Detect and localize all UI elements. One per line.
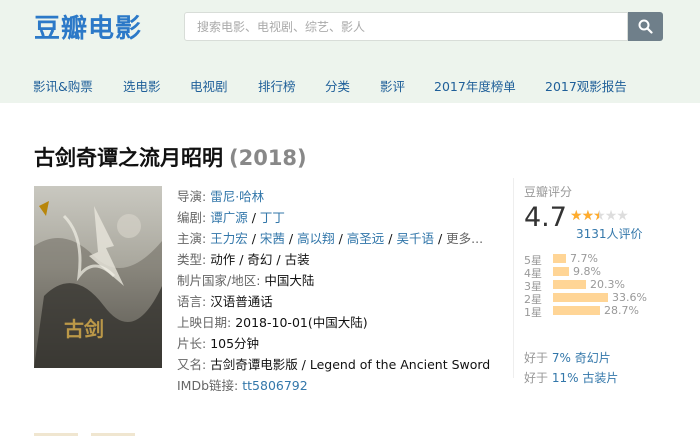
genre-label: 类型: <box>177 252 207 267</box>
rating-bar-label: 1星 <box>524 306 542 319</box>
release-label: 上映日期: <box>177 315 232 330</box>
rating-bar-percent: 33.6% <box>612 291 647 304</box>
rating-bar-percent: 28.7% <box>604 304 639 317</box>
star-icon: ★★ <box>593 208 606 224</box>
nav-item-annual-list[interactable]: 2017年度榜单 <box>434 76 516 95</box>
cast-link[interactable]: 王力宏 <box>210 231 248 246</box>
nav-item-tv[interactable]: 电视剧 <box>190 76 228 95</box>
rating-label: 豆瓣评分 <box>524 185 573 199</box>
page-title: 古剑奇谭之流月昭明 (2018) <box>34 142 307 172</box>
genre-value: 动作 <box>210 252 236 267</box>
rating-bar <box>553 267 569 276</box>
cast-link[interactable]: 吴千语 <box>396 231 434 246</box>
cast-more-link[interactable]: 更多... <box>446 231 483 246</box>
rating-divider <box>513 178 514 378</box>
search-icon <box>638 19 653 34</box>
imdb-label: IMDb链接: <box>177 378 239 393</box>
movie-year: (2018) <box>229 146 307 170</box>
rating-bar <box>553 293 608 302</box>
imdb-link[interactable]: tt5806792 <box>242 378 307 393</box>
rating-votes-link[interactable]: 3131人评价 <box>576 225 643 242</box>
genre-value: 古装 <box>284 252 310 267</box>
movie-poster[interactable]: 古剑 <box>34 186 162 368</box>
rating-bar <box>553 306 600 315</box>
nav-item-annual-report[interactable]: 2017观影报告 <box>545 76 627 95</box>
cast-link[interactable]: 高以翔 <box>297 231 335 246</box>
writer-label: 编剧: <box>177 210 207 225</box>
nav-item-chart[interactable]: 排行榜 <box>258 76 296 95</box>
runtime-value: 105分钟 <box>210 336 260 351</box>
aka-label: 又名: <box>177 357 207 372</box>
better-than-prefix: 好于 <box>524 351 552 365</box>
cast-row: 主演: 王力宏 / 宋茜 / 高以翔 / 高圣远 / 吴千语 / 更多... <box>177 231 484 246</box>
svg-text:古剑: 古剑 <box>64 317 104 341</box>
movie-title: 古剑奇谭之流月昭明 <box>34 146 223 170</box>
nav-item-explore[interactable]: 选电影 <box>123 76 161 95</box>
nav-item-reviews[interactable]: 影评 <box>380 76 405 95</box>
search-button[interactable] <box>628 12 663 41</box>
star-icon: ★★ <box>581 208 595 224</box>
search-box <box>184 12 628 41</box>
header: 豆瓣电影 影讯&购票 选电影 电视剧 排行榜 分类 影评 2017年度榜单 20… <box>0 0 700 103</box>
rating-stars-icon: ★★★★★★★★★★ <box>570 208 629 224</box>
star-icon: ★★ <box>604 208 618 224</box>
director-row: 导演: 雷尼·哈林 <box>177 186 507 207</box>
language-label: 语言: <box>177 294 207 309</box>
country-label: 制片国家/地区: <box>177 273 261 288</box>
runtime-row: 片长: 105分钟 <box>177 333 507 354</box>
poster-image: 古剑 <box>34 186 162 368</box>
runtime-label: 片长: <box>177 336 207 351</box>
director-link[interactable]: 雷尼·哈林 <box>210 189 264 204</box>
cast-link[interactable]: 高圣远 <box>347 231 385 246</box>
better-than-row: 好于 11% 古装片 <box>524 369 618 386</box>
language-row: 语言: 汉语普通话 <box>177 291 507 312</box>
better-than-genre-link[interactable]: 古装片 <box>582 371 618 385</box>
better-than-pct-link[interactable]: 7% <box>552 351 571 365</box>
cast-link[interactable]: 宋茜 <box>260 231 285 246</box>
genre-value: 奇幻 <box>247 252 273 267</box>
country-value: 中国大陆 <box>264 273 315 288</box>
douban-movie-logo[interactable]: 豆瓣电影 <box>34 8 142 45</box>
better-than-pct-link[interactable]: 11% <box>552 371 579 385</box>
rating-score: 4.7 <box>524 202 567 233</box>
movie-info: 导演: 雷尼·哈林 编剧: 谭广源 / 丁丁 主演: 王力宏 / 宋茜 / 高以… <box>177 186 507 396</box>
main-nav: 影讯&购票 选电影 电视剧 排行榜 分类 影评 2017年度榜单 2017观影报… <box>0 76 700 94</box>
cast-label: 主演: <box>177 231 207 246</box>
language-value: 汉语普通话 <box>210 294 273 309</box>
writer-row: 编剧: 谭广源 / 丁丁 <box>177 210 285 225</box>
search-input[interactable] <box>185 13 627 40</box>
aka-value: 古剑奇谭电影版 / Legend of the Ancient Sword <box>210 357 491 372</box>
nav-item-tags[interactable]: 分类 <box>325 76 350 95</box>
rating-bar <box>553 280 586 289</box>
better-than-prefix: 好于 <box>524 371 552 385</box>
writer-link[interactable]: 谭广源 <box>210 210 248 225</box>
release-value: 2018-10-01(中国大陆) <box>235 315 368 330</box>
rating-bar-percent: 9.8% <box>573 265 601 278</box>
release-row: 上映日期: 2018-10-01(中国大陆) <box>177 312 507 333</box>
imdb-row: IMDb链接: tt5806792 <box>177 375 507 396</box>
nav-item-showtimes[interactable]: 影讯&购票 <box>33 76 93 95</box>
director-label: 导演: <box>177 189 207 204</box>
rating-bar <box>553 254 566 263</box>
writer-link[interactable]: 丁丁 <box>260 210 285 225</box>
better-than-row: 好于 7% 奇幻片 <box>524 349 611 366</box>
genre-row: 类型: 动作 / 奇幻 / 古装 <box>177 252 310 267</box>
star-icon: ★★ <box>570 208 583 224</box>
star-icon: ★★ <box>616 208 629 224</box>
better-than-genre-link[interactable]: 奇幻片 <box>575 351 611 365</box>
country-row: 制片国家/地区: 中国大陆 <box>177 270 507 291</box>
rating-bar-percent: 7.7% <box>570 252 598 265</box>
aka-row: 又名: 古剑奇谭电影版 / Legend of the Ancient Swor… <box>177 354 507 375</box>
rating-bar-percent: 20.3% <box>590 278 625 291</box>
